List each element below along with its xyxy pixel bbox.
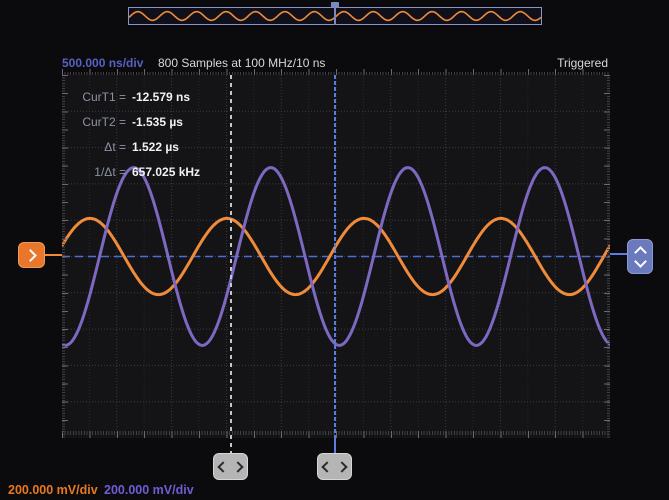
chevron-down-icon [634, 255, 647, 268]
time-cursor-t2-line[interactable] [230, 75, 232, 456]
chevron-right-icon [232, 461, 243, 472]
chevron-left-icon [321, 461, 332, 472]
curt1-label: CurT1 = [70, 90, 126, 104]
time-cursor-t1-line[interactable] [334, 75, 336, 456]
cursor-t2-handle-button[interactable] [213, 453, 248, 480]
value-ruler-left [62, 75, 68, 438]
timebase-label[interactable]: 500.000 ns/div [62, 56, 143, 70]
trigger-level-button[interactable] [627, 239, 653, 274]
cursor-row-freq: 1/Δt = 657.025 kHz [70, 159, 200, 184]
chevron-right-icon [336, 461, 347, 472]
chevron-right-icon [24, 249, 37, 262]
trigger-status-label: Triggered [557, 56, 608, 70]
samples-info-label: 800 Samples at 100 MHz/10 ns [158, 56, 325, 70]
trigger-marker-stem [334, 7, 336, 25]
chevron-left-icon [217, 461, 228, 472]
curt2-value: -1.535 µs [132, 115, 183, 129]
time-ruler-bottom [62, 431, 610, 438]
channel1-marker-connector [45, 254, 62, 256]
channel2-scale-label[interactable]: 200.000 mV/div [104, 483, 194, 497]
curt1-value: -12.579 ns [132, 90, 190, 104]
cursor-row-dt: Δt = 1.522 µs [70, 134, 200, 159]
curt2-label: CurT2 = [70, 115, 126, 129]
time-ruler-top[interactable] [62, 69, 610, 75]
delta-t-value: 1.522 µs [132, 140, 179, 154]
value-ruler-right [604, 75, 610, 438]
cursor-row-t1: CurT1 = -12.579 ns [70, 84, 200, 109]
cursor-row-t2: CurT2 = -1.535 µs [70, 109, 200, 134]
inverse-delta-t-label: 1/Δt = [70, 165, 126, 179]
delta-t-label: Δt = [70, 140, 126, 154]
trigger-level-connector [610, 253, 627, 255]
trigger-position-marker-icon[interactable] [331, 2, 339, 25]
cursor-t1-handle-button[interactable] [317, 453, 352, 480]
inverse-delta-t-value: 657.025 kHz [132, 165, 200, 179]
channel1-scale-label[interactable]: 200.000 mV/div [8, 483, 98, 497]
channel1-offset-marker-button[interactable] [18, 242, 45, 268]
cursor-readout-panel: CurT1 = -12.579 ns CurT2 = -1.535 µs Δt … [70, 84, 200, 184]
